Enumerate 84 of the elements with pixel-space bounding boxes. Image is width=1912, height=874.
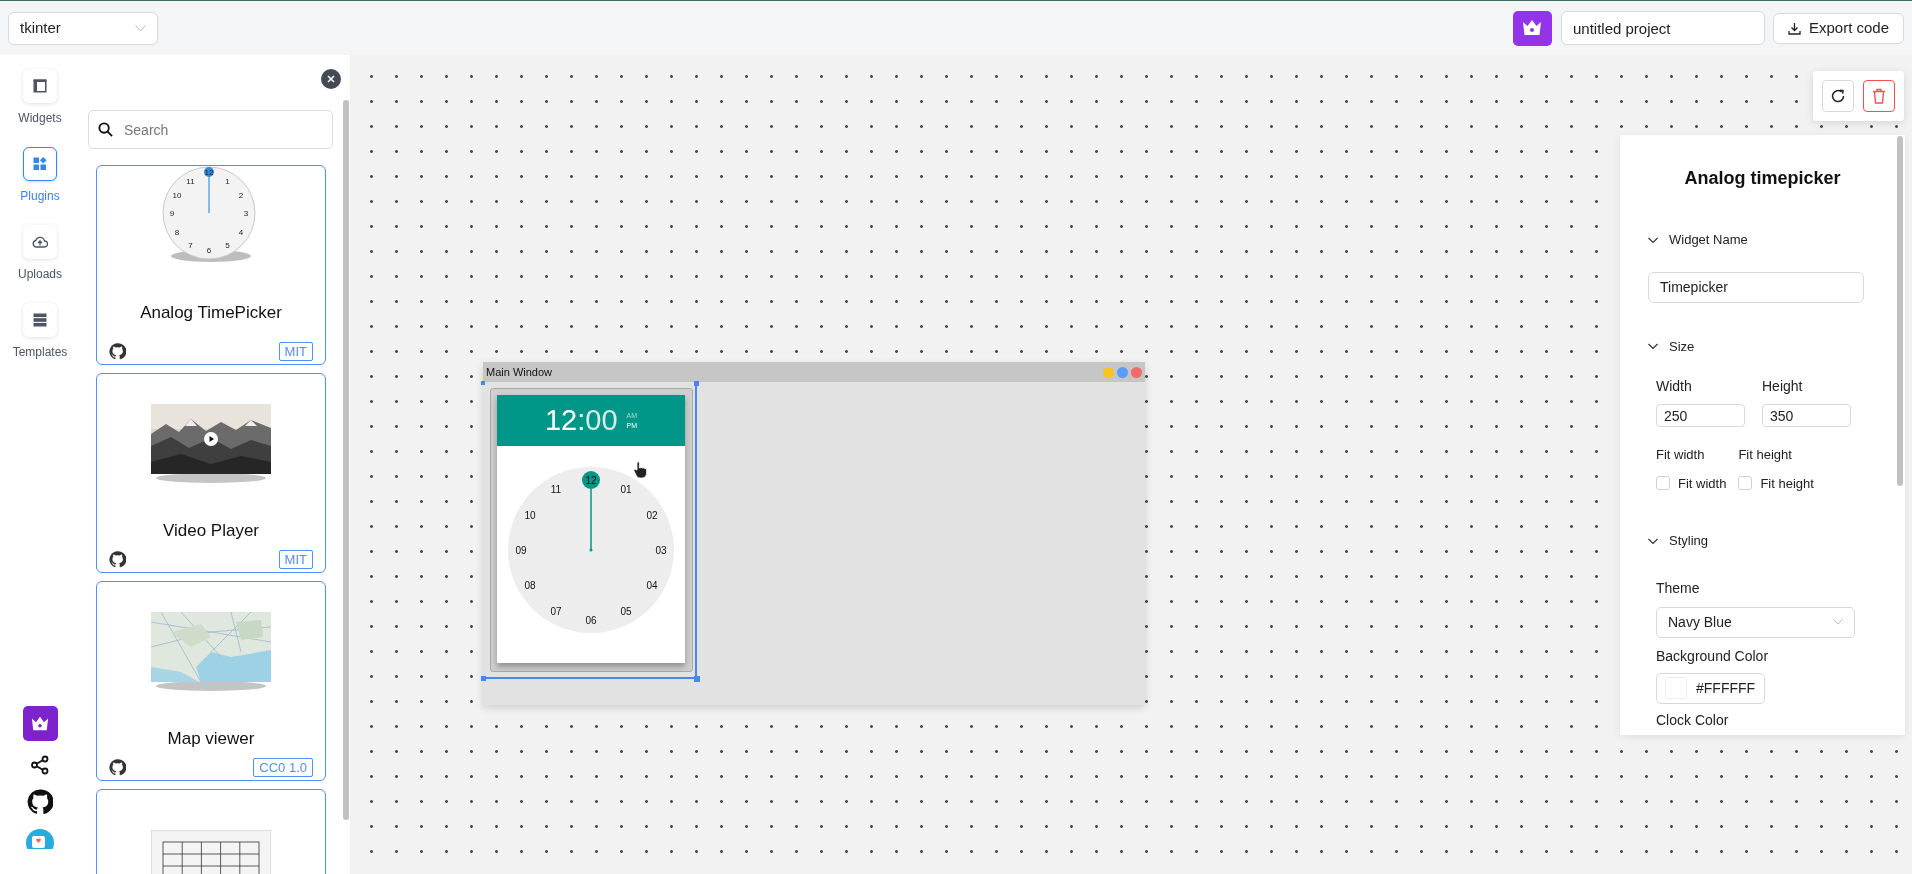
field-label: Theme <box>1656 578 1701 598</box>
license-badge: MIT <box>278 342 313 361</box>
nav-icon <box>32 236 48 248</box>
nav-icon <box>33 79 47 93</box>
crown-logo-icon[interactable] <box>1512 10 1552 46</box>
nav-icon <box>33 313 47 327</box>
refresh-button[interactable] <box>1822 80 1854 112</box>
github-icon[interactable] <box>27 789 53 815</box>
clock-number[interactable]: 07 <box>550 606 562 617</box>
plugin-title: Map viewer <box>167 728 255 750</box>
crown-logo-icon[interactable] <box>22 706 58 741</box>
field-label: Fit height <box>1738 446 1793 464</box>
field-label: Width <box>1656 377 1693 396</box>
window-title-bar[interactable]: Main Window <box>483 362 1145 382</box>
download-icon <box>1787 21 1801 35</box>
nav-label[interactable]: Widgets <box>18 109 62 127</box>
clock-hand[interactable] <box>589 488 593 552</box>
search-icon <box>98 122 113 137</box>
nav-label[interactable]: Plugins <box>20 187 60 205</box>
checkbox-option[interactable]: Fit height <box>1738 473 1814 493</box>
section-header[interactable]: Size <box>1648 336 1877 356</box>
framework-select[interactable]: tkinter <box>8 11 158 45</box>
clock-number[interactable]: 10 <box>524 510 536 521</box>
clock-number[interactable]: 11 <box>550 484 562 495</box>
checkbox-option[interactable]: Fit width <box>1656 473 1727 493</box>
widget-name-field[interactable]: Timepicker <box>1648 271 1864 303</box>
chevron-down-icon <box>1648 341 1658 352</box>
clock-number[interactable]: 06 <box>585 615 597 626</box>
width-field[interactable]: 250 <box>1656 404 1745 427</box>
delete-button[interactable] <box>1863 80 1895 112</box>
scrollbar-thumb[interactable] <box>1897 136 1903 486</box>
nav-icon <box>33 157 47 171</box>
section-header[interactable]: Styling <box>1648 531 1877 551</box>
github-icon[interactable] <box>109 759 126 776</box>
chevron-down-icon <box>1833 619 1843 625</box>
search-field[interactable]: Search <box>88 110 333 149</box>
play-icon[interactable] <box>204 432 218 446</box>
time-separator: : <box>577 406 586 435</box>
clock-number[interactable]: 01 <box>620 484 632 495</box>
theme-select[interactable]: Navy Blue <box>1656 606 1855 638</box>
trash-icon <box>1872 88 1886 104</box>
nav-button[interactable] <box>23 225 57 259</box>
nav-button[interactable] <box>23 69 57 103</box>
color-field[interactable]: #FFFFFF <box>1656 672 1765 704</box>
plugin-title: Analog TimePicker <box>140 302 282 324</box>
close-button[interactable] <box>321 69 341 89</box>
refresh-icon <box>1830 88 1846 104</box>
field-label: Fit width <box>1656 446 1706 464</box>
cup-icon[interactable] <box>26 829 54 849</box>
github-icon[interactable] <box>109 551 126 568</box>
plugin-card[interactable]: Map viewer CC0 1.0 <box>96 581 326 781</box>
github-icon[interactable] <box>109 343 126 360</box>
section-header[interactable]: Widget Name <box>1648 230 1877 250</box>
field-label: Clock Color <box>1656 710 1730 730</box>
chevron-down-icon <box>135 24 146 32</box>
nav-label[interactable]: Uploads <box>17 265 62 283</box>
window-title: Main Window <box>486 364 553 380</box>
plugin-card[interactable]: 12 1 2 3 4 5 6 7 8 9 10 11 Analog TimePicker MIT <box>96 165 326 365</box>
clock-number[interactable]: 04 <box>646 580 658 591</box>
clock-number[interactable]: 08 <box>524 580 536 591</box>
share-icon[interactable] <box>30 755 50 775</box>
panel-title: Analog timepicker <box>1683 167 1842 190</box>
license-badge: CC0 1.0 <box>253 758 313 777</box>
nav-label[interactable]: Templates <box>12 343 68 361</box>
height-field[interactable]: 350 <box>1762 404 1851 427</box>
nav-button[interactable] <box>23 303 57 337</box>
plugin-card[interactable]: Video Player MIT <box>96 373 326 573</box>
hour-value[interactable]: 12 <box>544 406 578 435</box>
clock-number[interactable]: 12 <box>585 475 597 486</box>
scrollbar-thumb[interactable] <box>343 100 349 820</box>
close-icon <box>327 75 335 83</box>
field-label: Height <box>1762 377 1804 396</box>
export-code-button[interactable]: Export code <box>1772 12 1904 44</box>
nav-button[interactable] <box>23 147 57 181</box>
plugin-title: Video Player <box>162 520 260 542</box>
clock-number[interactable]: 09 <box>515 545 527 556</box>
clock-number[interactable]: 05 <box>620 606 632 617</box>
clock-face[interactable] <box>508 467 674 633</box>
hand-cursor-icon <box>633 461 647 479</box>
license-badge: MIT <box>278 550 313 569</box>
clock-number[interactable]: 03 <box>655 545 667 556</box>
clock-number[interactable]: 02 <box>646 510 658 521</box>
field-label: Background Color <box>1656 646 1770 666</box>
project-name-field[interactable]: untitled project <box>1560 11 1765 45</box>
